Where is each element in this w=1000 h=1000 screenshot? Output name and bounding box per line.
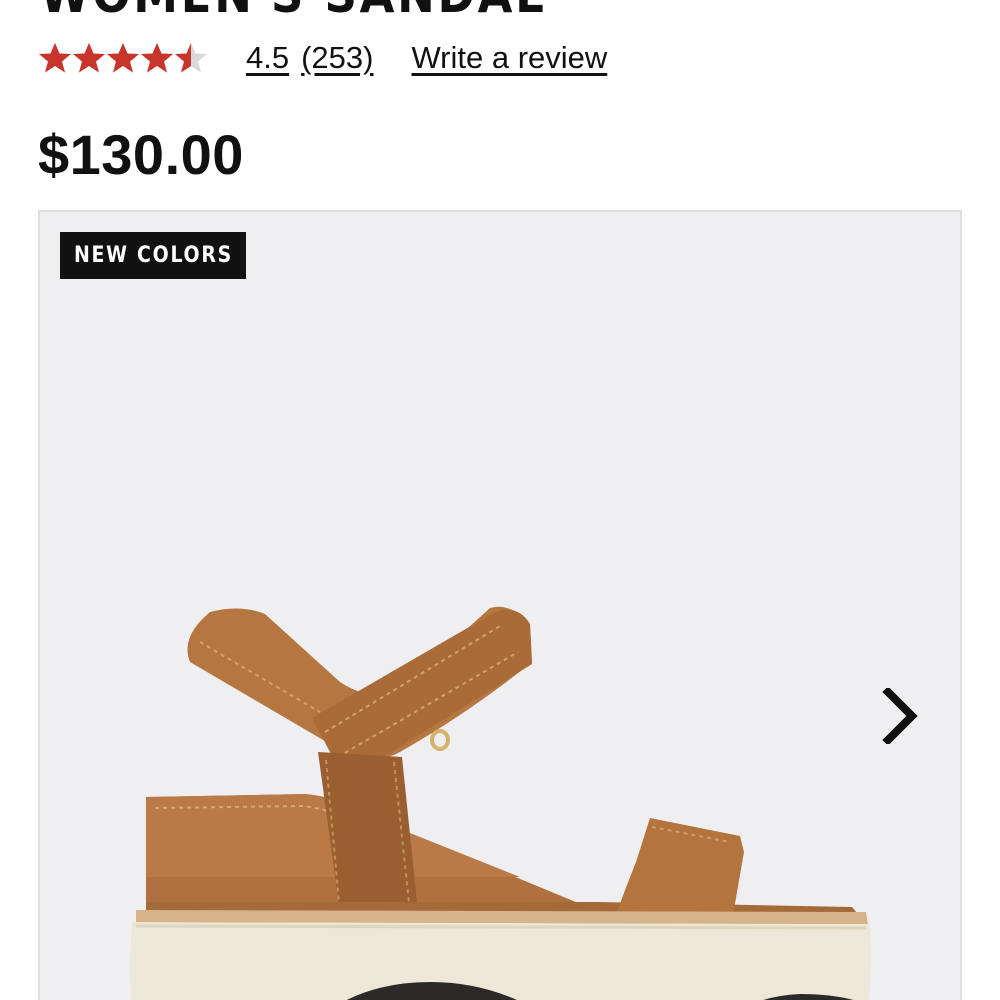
product-price: $130.00: [38, 123, 244, 186]
product-image-gallery[interactable]: NEW COLORS: [38, 210, 962, 1000]
badge-label: NEW COLORS: [73, 243, 233, 268]
write-review-link[interactable]: Write a review: [411, 40, 607, 76]
rating-row: 4.5 (253) Write a review: [38, 36, 607, 80]
star-icon: [141, 43, 173, 73]
star-icon: [175, 43, 207, 73]
star-rating: [38, 41, 208, 75]
sandal-image: [130, 606, 871, 1000]
star-icon: [107, 43, 139, 73]
product-title: WOMEN'S SANDAL: [40, 0, 546, 24]
star-icon: [39, 43, 71, 73]
next-image-button[interactable]: [876, 684, 924, 748]
star-icon: [73, 43, 105, 73]
product-page: WOMEN'S SANDAL 4.5 (253) Write a review …: [0, 0, 1000, 1000]
chevron-right-icon: [882, 688, 918, 744]
rating-value-link[interactable]: 4.5: [246, 40, 289, 76]
new-colors-badge: NEW COLORS: [60, 232, 246, 279]
review-count-link[interactable]: (253): [301, 40, 373, 76]
